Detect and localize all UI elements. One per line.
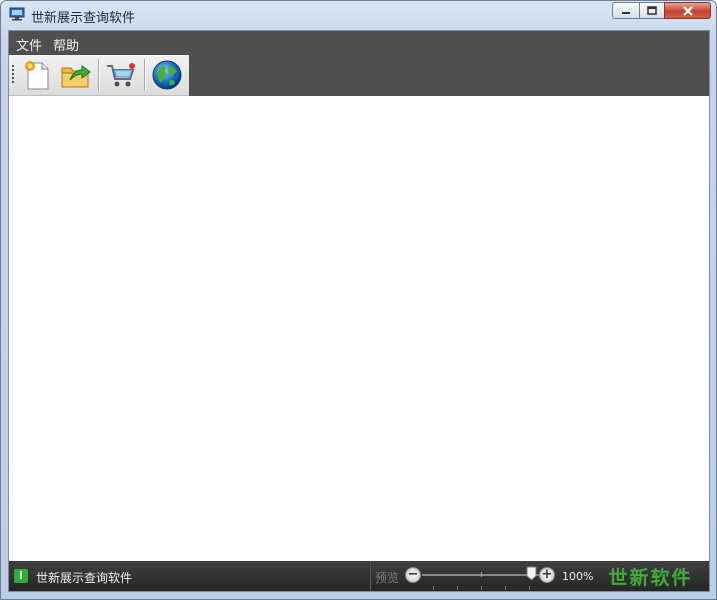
client-area: 文件 帮助 i 世新展示查询软件 预览 − + 100% 世新软件 (8, 30, 710, 592)
toolbar (9, 55, 189, 96)
toolbar-area (9, 55, 709, 96)
main-content-area[interactable] (9, 96, 709, 561)
new-document-icon (25, 61, 49, 90)
menu-file[interactable]: 文件 (16, 35, 42, 54)
status-bar: i 世新展示查询软件 预览 − + 100% 世新软件 (9, 561, 709, 591)
menu-bar: 文件 帮助 (9, 31, 709, 55)
cart-button[interactable] (104, 58, 138, 92)
globe-icon (152, 60, 182, 90)
minimize-icon (622, 11, 630, 14)
zoom-slider-thumb[interactable] (526, 566, 537, 581)
window-title: 世新展示查询软件 (31, 11, 136, 26)
open-button[interactable] (59, 58, 93, 92)
zoom-value: 100% (562, 570, 594, 583)
minimize-button[interactable] (612, 2, 639, 19)
brand-logo: 世新软件 (608, 566, 693, 589)
app-window: 世新展示查询软件 文件 帮助 i 世新展示查询软件 预览 − + 100% 世新… (0, 0, 717, 600)
zoom-out-button[interactable]: − (405, 567, 421, 583)
open-folder-icon (61, 65, 91, 88)
menu-help[interactable]: 帮助 (53, 35, 79, 54)
zoom-ruler-tick (457, 586, 458, 590)
title-bar[interactable]: 世新展示查询软件 (1, 1, 716, 29)
zoom-in-button[interactable]: + (539, 567, 555, 583)
maximize-button[interactable] (639, 2, 664, 19)
status-text: 世新展示查询软件 (36, 571, 133, 585)
zoom-ruler-tick (481, 586, 482, 590)
toolbar-separator (98, 59, 100, 91)
close-icon (682, 5, 693, 16)
toolbar-separator (144, 59, 146, 91)
zoom-slider-center-tick (481, 572, 482, 577)
web-button[interactable] (150, 58, 184, 92)
new-document-button[interactable] (19, 58, 53, 92)
zoom-ruler-tick (505, 586, 506, 590)
zoom-ruler-tick (529, 586, 530, 590)
info-icon: i (14, 569, 28, 583)
app-monitor-icon (9, 7, 25, 21)
zoom-panel: 预览 − + 100% (370, 561, 594, 591)
toolbar-grip[interactable] (12, 65, 14, 85)
preview-label: 预览 (375, 571, 400, 585)
close-button[interactable] (664, 2, 711, 19)
shopping-cart-icon (107, 63, 135, 87)
zoom-ruler-tick (433, 586, 434, 590)
maximize-icon (647, 6, 657, 15)
